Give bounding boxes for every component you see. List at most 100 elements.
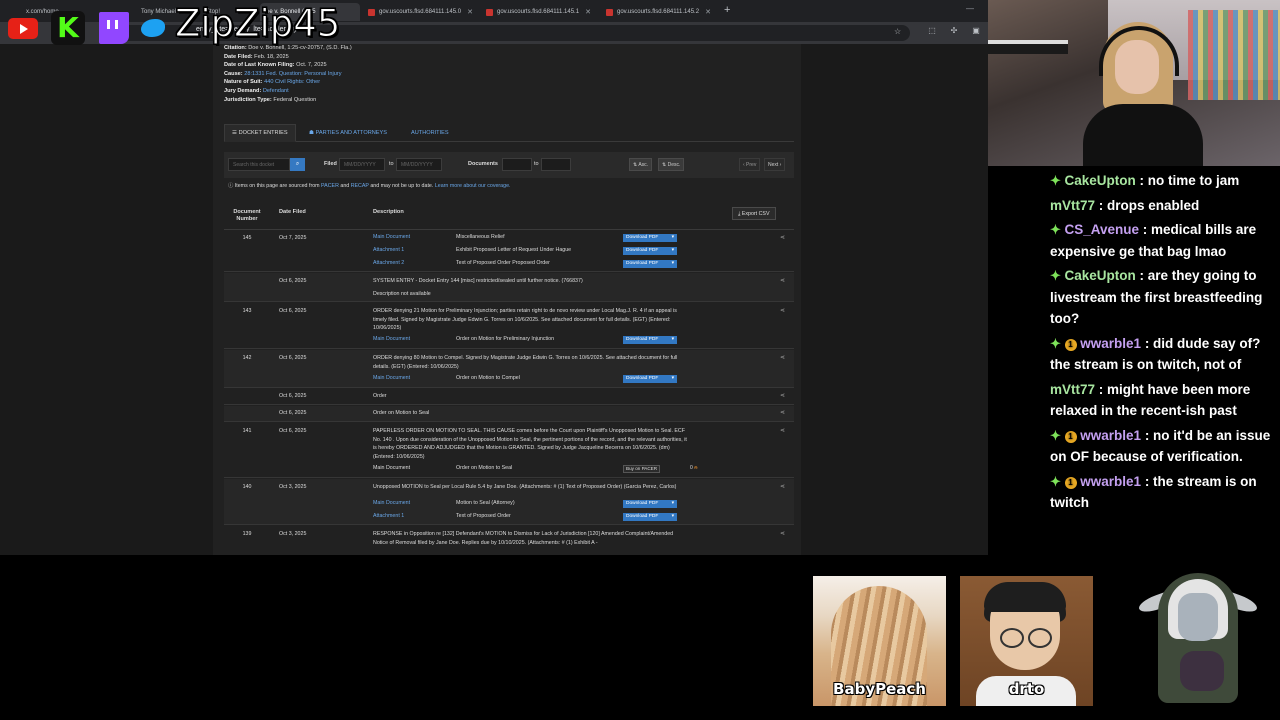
share-icon[interactable]: ⋖: [780, 354, 785, 361]
jury-link[interactable]: Defendant: [263, 88, 289, 94]
attachment-row: Attachment 1 Text of Proposed Order Down…: [224, 513, 794, 522]
browser-toolbar-icons: ⬚ ✣ ▣: [926, 26, 982, 35]
tab-parties-attorneys[interactable]: ☗ PARTIES AND ATTORNEYS: [302, 124, 394, 142]
webcam-body: [1083, 104, 1203, 166]
share-icon[interactable]: ⋖: [780, 307, 785, 314]
kick-icon: K: [51, 11, 85, 45]
tier-badge-icon: 1: [1064, 338, 1077, 351]
attachment-link[interactable]: Main Document: [373, 234, 410, 240]
download-pdf-button[interactable]: Download PDF ▾: [623, 247, 677, 255]
documents-from-input[interactable]: [502, 158, 532, 171]
download-pdf-button[interactable]: Download PDF ▾: [623, 500, 677, 508]
chat-text: : drops enabled: [1095, 197, 1200, 213]
profile-icon[interactable]: ▣: [970, 26, 982, 35]
pdf-favicon-icon: [368, 8, 375, 16]
vtuber-avatar: [1136, 565, 1260, 715]
caret-down-icon: ▾: [671, 514, 674, 519]
close-tab-icon[interactable]: ✕: [467, 8, 473, 16]
docket-search-input[interactable]: Search this docket: [228, 158, 290, 171]
entry-number: 139: [242, 531, 252, 537]
share-icon[interactable]: ⋖: [780, 277, 785, 284]
attachment-link[interactable]: Attachment 1: [373, 513, 404, 519]
download-label: Download PDF: [626, 248, 659, 253]
subscriber-diamond-icon: ✦: [1050, 473, 1065, 489]
share-icon[interactable]: ⋖: [780, 483, 785, 490]
documents-to-input[interactable]: [541, 158, 571, 171]
export-csv-button[interactable]: ⤓ Export CSV: [732, 207, 776, 220]
chat-text: : no time to jam: [1135, 173, 1240, 188]
browser-window: x.com/home Tony Michael Stop! oe v. Bonn…: [0, 0, 988, 555]
attachment-row: Main Document Motion to Seal (Attorney) …: [224, 500, 794, 509]
streamer-handle: ZipZip45: [174, 2, 341, 46]
chat-username: CakeUpton: [1064, 268, 1136, 283]
attachment-row: Main Document Order on Motion for Prelim…: [224, 336, 794, 345]
info-icon: ⓘ: [228, 183, 235, 189]
entry-date: Oct 6, 2025: [279, 410, 307, 416]
buy-on-pacer-button[interactable]: Buy on PACER: [623, 465, 661, 473]
entry-description: RESPONSE in Opposition re [132] Defendan…: [373, 531, 674, 546]
pacer-link[interactable]: PACER: [321, 183, 339, 189]
tab-authorities[interactable]: AUTHORITIES: [404, 124, 456, 142]
entry-number: 140: [242, 484, 252, 490]
download-pdf-button[interactable]: Download PDF ▾: [623, 513, 677, 521]
nature-link[interactable]: 440 Civil Rights: Other: [264, 79, 320, 85]
avatar-face: [1178, 593, 1218, 641]
prev-page-button[interactable]: ‹ Prev: [739, 158, 761, 171]
entry-date: Oct 3, 2025: [279, 531, 307, 537]
tab-docket-entries[interactable]: ☰ DOCKET ENTRIES: [224, 124, 296, 142]
extension-icon[interactable]: ⬚: [926, 26, 938, 35]
last-filing-label: Date of Last Known Filing:: [224, 62, 295, 69]
participant-tile: BabyPeach: [813, 576, 946, 706]
subscriber-diamond-icon: ✦: [1050, 173, 1065, 188]
sort-desc-button[interactable]: ⇅ Desc.: [658, 158, 685, 171]
minimize-icon[interactable]: —: [966, 4, 974, 13]
chat-username: mVtt77: [1050, 197, 1096, 213]
attachment-link[interactable]: Attachment 2: [373, 260, 404, 266]
share-icon[interactable]: ⋖: [780, 427, 785, 434]
share-icon[interactable]: ⋖: [780, 530, 785, 537]
cause-label: Cause:: [224, 70, 243, 77]
tier-badge-icon: 1: [1064, 476, 1077, 489]
next-page-button[interactable]: Next ›: [764, 158, 786, 171]
entry-description: Order: [373, 393, 387, 399]
download-label: Download PDF: [626, 337, 659, 342]
entry-description: Unopposed MOTION to Seal per Local Rule …: [373, 484, 677, 490]
chat-username: CakeUpton: [1064, 173, 1136, 188]
search-icon[interactable]: ⌕: [290, 158, 305, 171]
twitch-icon: [99, 12, 129, 44]
sort-asc-button[interactable]: ⇅ Asc.: [629, 158, 653, 171]
cart-count-value: 0: [690, 465, 693, 471]
attachment-link[interactable]: Attachment 1: [373, 247, 404, 253]
share-icon[interactable]: ⋖: [780, 392, 785, 399]
sort-desc-label: Desc.: [667, 162, 681, 168]
download-pdf-button[interactable]: Download PDF ▾: [623, 336, 677, 344]
download-pdf-button[interactable]: Download PDF ▾: [623, 375, 677, 383]
download-pdf-button[interactable]: Download PDF ▾: [623, 260, 677, 268]
close-tab-icon[interactable]: ✕: [705, 8, 711, 16]
coverage-link[interactable]: Learn more about our coverage.: [435, 183, 511, 189]
attachment-link[interactable]: Main Document: [373, 375, 410, 381]
attachment-link[interactable]: Main Document: [373, 336, 410, 342]
attachment-link[interactable]: Main Document: [373, 500, 410, 506]
close-tab-icon[interactable]: ✕: [585, 8, 591, 16]
share-icon[interactable]: ⋖: [780, 409, 785, 416]
docket-filter-bar: Search this docket ⌕ Filed MM/DD/YYYY to…: [224, 152, 794, 178]
download-pdf-button[interactable]: Download PDF ▾: [623, 234, 677, 242]
date-filed-label: Date Filed:: [224, 53, 253, 60]
browser-tab[interactable]: gov.uscourts.flsd.684111.145.1 ✕: [480, 3, 595, 21]
browser-tab[interactable]: gov.uscourts.flsd.684111.145.2 ✕: [600, 3, 718, 21]
last-filing-value: Oct. 7, 2025: [296, 62, 327, 69]
subscriber-diamond-icon: ✦: [1050, 427, 1065, 443]
browser-tab[interactable]: gov.uscourts.flsd.684111.145.0 ✕: [362, 3, 477, 21]
chat-overlay: ✦ CakeUpton : no time to jam mVtt77 : dro…: [1040, 170, 1276, 517]
attachment-description: Order on Motion for Preliminary Injuncti…: [456, 336, 555, 342]
new-tab-icon[interactable]: +: [724, 4, 730, 16]
recap-link[interactable]: RECAP: [351, 183, 369, 189]
chat-message: ✦ 1 wwarble1 : the stream is on twitch: [1050, 471, 1276, 514]
filed-from-input[interactable]: MM/DD/YYYY: [339, 158, 385, 171]
extensions-puzzle-icon[interactable]: ✣: [948, 26, 960, 35]
users-icon: ☗: [309, 130, 316, 136]
bookmark-star-icon[interactable]: ☆: [894, 27, 901, 36]
filed-to-input[interactable]: MM/DD/YYYY: [396, 158, 442, 171]
cause-link[interactable]: 28:1331 Fed. Question: Personal Injury: [244, 71, 341, 77]
